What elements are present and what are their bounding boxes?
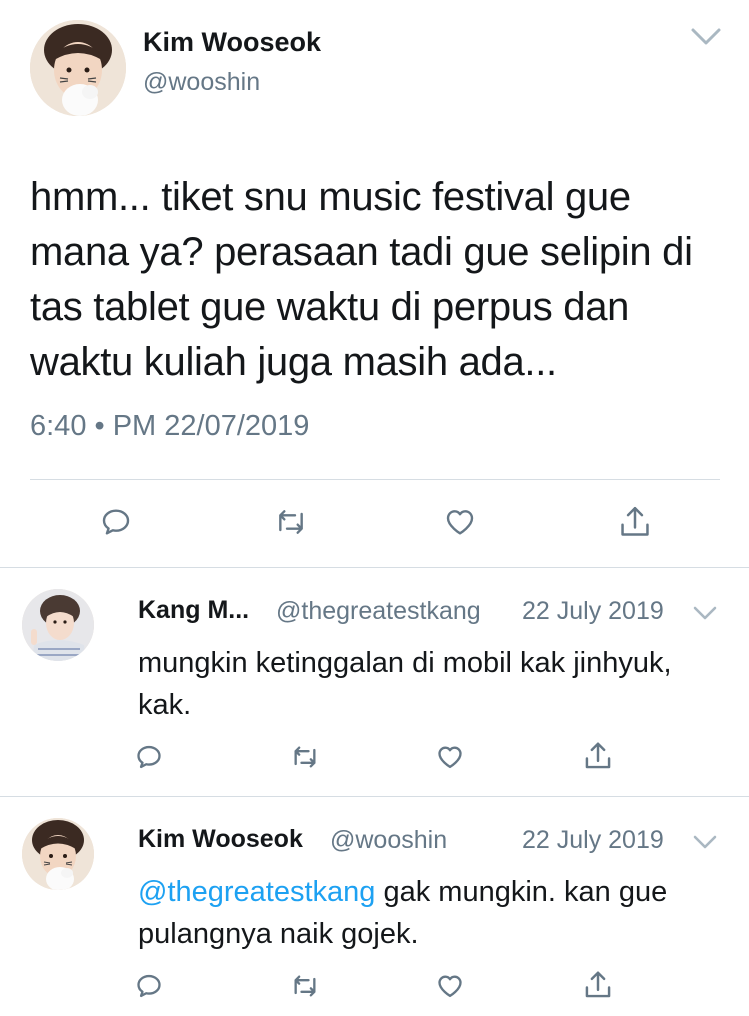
reply-icon[interactable] xyxy=(135,972,163,1000)
author-handle[interactable]: @wooshin xyxy=(143,68,260,97)
retweet-icon[interactable] xyxy=(289,743,321,771)
author-name[interactable]: Kim Wooseok xyxy=(138,825,303,854)
avatar-image xyxy=(30,20,126,116)
retweet-icon[interactable] xyxy=(289,972,321,1000)
retweet-icon[interactable] xyxy=(273,506,309,538)
chevron-down-icon[interactable] xyxy=(692,833,718,851)
chevron-down-icon[interactable] xyxy=(692,604,718,622)
reply-text: @thegreatestkang gak mungkin. kan gue pu… xyxy=(138,871,728,955)
mention-link[interactable]: @thegreatestkang xyxy=(138,876,375,908)
like-icon[interactable] xyxy=(444,506,476,538)
reply-text: mungkin ketinggalan di mobil kak jinhyuk… xyxy=(138,647,672,721)
main-tweet: Kim Wooseok @wooshin hmm... tiket snu mu… xyxy=(0,0,749,568)
share-icon[interactable] xyxy=(583,969,613,1001)
reply-tweet: Kim Wooseok @wooshin 22 July 2019 @thegr… xyxy=(0,797,749,1016)
author-name[interactable]: Kim Wooseok xyxy=(143,27,321,58)
reply-date[interactable]: 22 July 2019 xyxy=(522,597,664,626)
avatar-image xyxy=(22,589,94,661)
tweet-timestamp[interactable]: 6:40 • PM 22/07/2019 xyxy=(30,410,309,443)
chevron-down-icon[interactable] xyxy=(690,26,722,48)
reply-icon[interactable] xyxy=(100,506,132,538)
author-name[interactable]: Kang M... xyxy=(138,596,249,625)
reply-tweet: Kang M... @thegreatestkang 22 July 2019 … xyxy=(0,568,749,796)
avatar-image xyxy=(22,818,94,890)
like-icon[interactable] xyxy=(436,972,464,1000)
reply-date[interactable]: 22 July 2019 xyxy=(522,826,664,855)
reply-icon[interactable] xyxy=(135,743,163,771)
author-handle[interactable]: @wooshin xyxy=(330,826,447,855)
author-handle[interactable]: @thegreatestkang xyxy=(276,597,481,626)
share-icon[interactable] xyxy=(583,740,613,772)
share-icon[interactable] xyxy=(618,504,652,540)
tweet-text: hmm... tiket snu music festival gue mana… xyxy=(30,175,693,384)
divider xyxy=(30,479,720,480)
avatar[interactable] xyxy=(22,818,94,890)
like-icon[interactable] xyxy=(436,743,464,771)
avatar[interactable] xyxy=(22,589,94,661)
avatar[interactable] xyxy=(30,20,126,116)
